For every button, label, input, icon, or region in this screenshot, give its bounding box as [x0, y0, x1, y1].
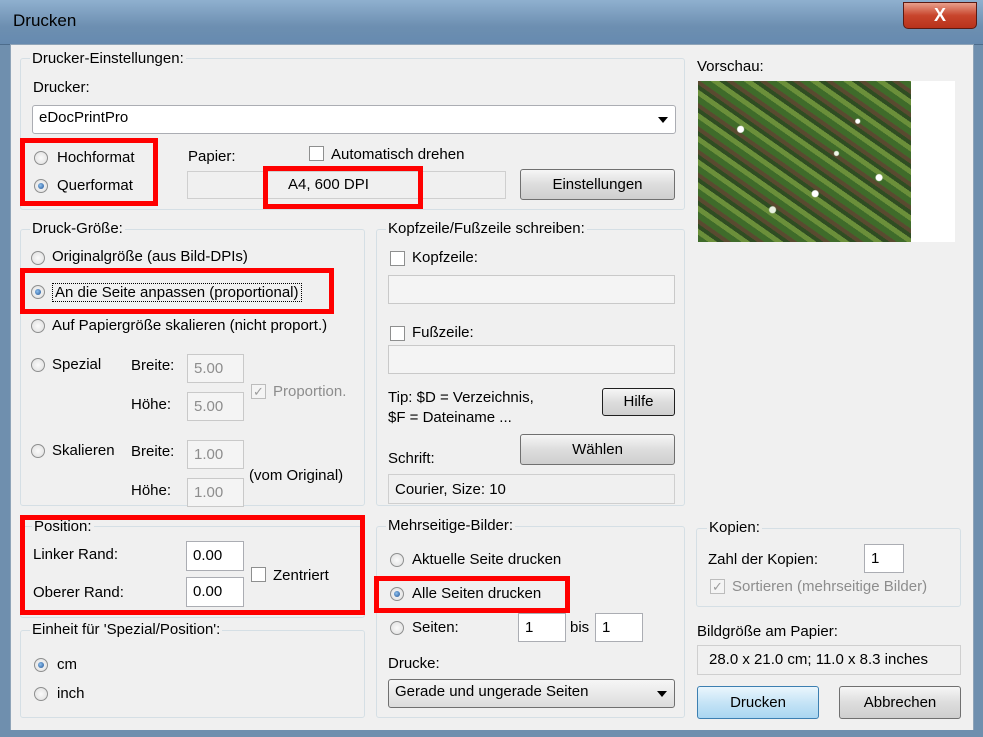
close-button[interactable]: X	[903, 2, 977, 29]
unit-inch-radio[interactable]	[34, 687, 48, 701]
scale-height-input[interactable]: 1.00	[187, 478, 244, 507]
special-height-label: Höhe:	[131, 396, 172, 413]
chevron-down-icon	[657, 691, 667, 697]
special-width-label: Breite:	[131, 357, 175, 374]
pages-radio[interactable]	[390, 621, 404, 635]
multipage-legend: Mehrseitige-Bilder:	[386, 517, 516, 534]
header-label: Kopfzeile:	[412, 249, 478, 266]
tip-line-2: $F = Dateiname ...	[388, 409, 512, 426]
special-radio[interactable]	[31, 358, 45, 372]
unit-cm-label: cm	[57, 656, 77, 673]
highlight-position	[20, 515, 365, 615]
preview-panel	[698, 81, 955, 242]
original-size-label: Originalgröße (aus Bild-DPIs)	[52, 248, 248, 265]
original-size-radio[interactable]	[31, 251, 45, 265]
choose-font-button[interactable]: Wählen	[520, 434, 675, 465]
chevron-down-icon	[658, 117, 668, 123]
font-label: Schrift:	[388, 450, 435, 467]
proportion-label: Proportion.	[273, 383, 347, 400]
window-title: Drucken	[13, 11, 77, 30]
header-input[interactable]	[388, 275, 675, 304]
image-size-label: Bildgröße am Papier:	[697, 623, 838, 640]
auto-rotate-label: Automatisch drehen	[331, 146, 465, 163]
tip-line-1: Tip: $D = Verzeichnis,	[388, 389, 534, 406]
copies-count-label: Zahl der Kopien:	[708, 551, 819, 568]
window-frame-bottom	[0, 730, 983, 737]
pages-to-input[interactable]: 1	[595, 613, 643, 642]
copies-legend: Kopien:	[707, 519, 762, 536]
prints-label: Drucke:	[388, 655, 440, 672]
footer-label: Fußzeile:	[412, 324, 474, 341]
current-page-label: Aktuelle Seite drucken	[412, 551, 562, 568]
help-button[interactable]: Hilfe	[602, 388, 675, 416]
special-height-input[interactable]: 5.00	[187, 392, 244, 421]
special-width-input[interactable]: 5.00	[187, 354, 244, 383]
scale-height-label: Höhe:	[131, 482, 172, 499]
highlight-all-pages	[374, 576, 570, 613]
print-size-legend: Druck-Größe:	[30, 220, 125, 237]
auto-rotate-checkbox[interactable]	[309, 146, 324, 161]
scale-radio[interactable]	[31, 444, 45, 458]
units-group	[20, 630, 365, 718]
preview-label: Vorschau:	[697, 58, 764, 75]
sort-checkbox[interactable]: ✓	[710, 579, 725, 594]
special-label: Spezial	[52, 356, 102, 373]
units-legend: Einheit für 'Spezial/Position':	[30, 621, 223, 638]
print-button[interactable]: Drucken	[697, 686, 819, 719]
scale-paper-label: Auf Papiergröße skalieren (nicht proport…	[52, 317, 328, 334]
scale-width-input[interactable]: 1.00	[187, 440, 244, 469]
paper-label: Papier:	[188, 148, 236, 165]
highlight-orientation	[20, 138, 158, 206]
printer-settings-legend: Drucker-Einstellungen:	[30, 50, 186, 67]
printer-select[interactable]: eDocPrintPro	[32, 105, 676, 134]
unit-cm-radio[interactable]	[34, 658, 48, 672]
unit-inch-label: inch	[57, 685, 85, 702]
scale-paper-radio[interactable]	[31, 319, 45, 333]
footer-input[interactable]	[388, 345, 675, 374]
settings-button[interactable]: Einstellungen	[520, 169, 675, 200]
pages-to-label: bis	[570, 619, 590, 636]
current-page-radio[interactable]	[390, 553, 404, 567]
preview-image	[698, 81, 911, 242]
scale-label: Skalieren	[52, 442, 115, 459]
scale-width-label: Breite:	[131, 443, 175, 460]
header-footer-legend: Kopfzeile/Fußzeile schreiben:	[386, 220, 587, 237]
cancel-button[interactable]: Abbrechen	[839, 686, 961, 719]
image-size-value: 28.0 x 21.0 cm; 11.0 x 8.3 inches	[697, 645, 961, 675]
proportion-checkbox[interactable]: ✓	[251, 384, 266, 399]
from-original-label: (vom Original)	[249, 467, 344, 484]
printer-select-value: eDocPrintPro	[39, 109, 129, 126]
pages-label: Seiten:	[412, 619, 459, 636]
sort-label: Sortieren (mehrseitige Bilder)	[732, 578, 928, 595]
pages-from-input[interactable]: 1	[518, 613, 566, 642]
highlight-paper	[263, 166, 423, 209]
header-checkbox[interactable]	[390, 251, 405, 266]
copies-count-input[interactable]: 1	[864, 544, 904, 573]
highlight-fit-page	[20, 268, 334, 314]
prints-select-value: Gerade und ungerade Seiten	[395, 683, 589, 700]
footer-checkbox[interactable]	[390, 326, 405, 341]
prints-select[interactable]: Gerade und ungerade Seiten	[388, 679, 675, 708]
font-value: Courier, Size: 10	[388, 474, 675, 504]
printer-label: Drucker:	[33, 79, 90, 96]
title-bar	[0, 0, 983, 45]
